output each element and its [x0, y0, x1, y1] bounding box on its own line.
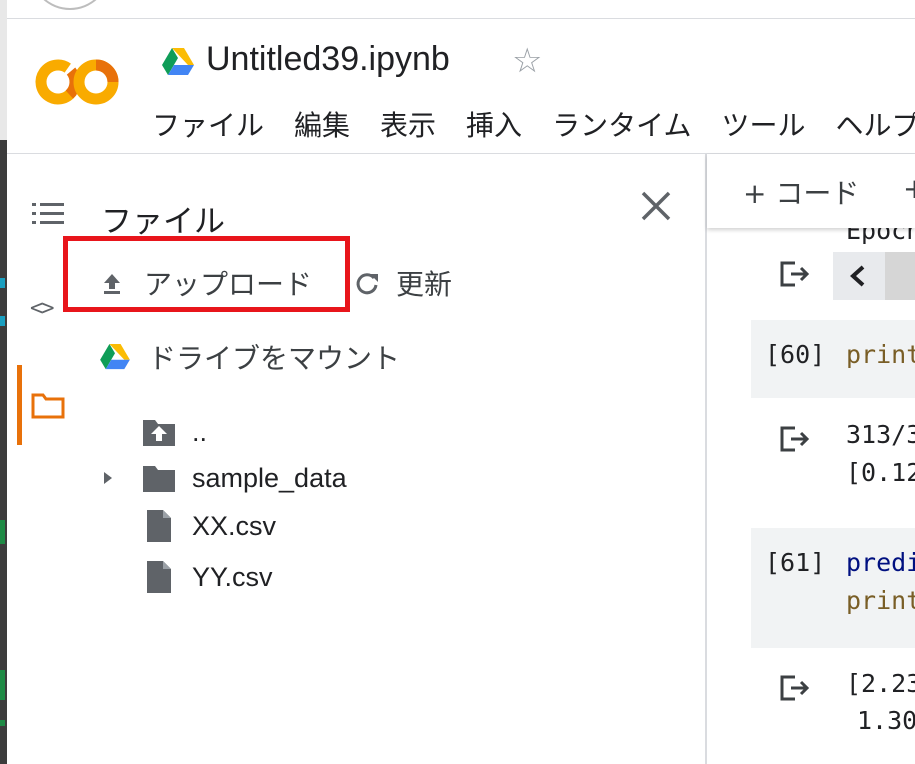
background-window-edge — [0, 0, 7, 764]
files-panel-title: ファイル — [101, 204, 225, 240]
close-icon[interactable] — [640, 190, 672, 222]
output-text: Epoch — [846, 228, 915, 245]
menu-view[interactable]: 表示 — [380, 104, 436, 144]
expand-caret-icon[interactable] — [102, 470, 114, 486]
colab-logo[interactable] — [34, 57, 122, 107]
file-tree-label: sample_data — [192, 462, 347, 493]
output-text: [0.12 — [846, 458, 915, 487]
output-text: [2.23 — [846, 669, 915, 698]
code-snippets-icon[interactable]: <> — [30, 296, 54, 321]
notebook-cells: Epoch [60] print 313/3 [0.12 [61] predi … — [707, 228, 915, 764]
file-tree-label: YY.csv — [192, 561, 273, 592]
upload-icon — [104, 274, 120, 294]
mount-drive-label: ドライブをマウント — [148, 342, 401, 375]
code-cell[interactable]: [61] predi print — [751, 528, 915, 648]
notebook-toolbar: + コード + — [707, 154, 915, 228]
drive-icon — [162, 48, 194, 75]
refresh-label: 更新 — [396, 268, 453, 301]
refresh-button[interactable]: 更新 — [354, 263, 452, 303]
parent-folder-icon — [143, 420, 175, 446]
code-line: print — [846, 340, 915, 369]
star-icon[interactable]: ☆ — [512, 44, 542, 78]
menu-help[interactable]: ヘルプ — [836, 104, 915, 144]
refresh-icon — [356, 273, 378, 295]
add-code-cell-button[interactable]: + コード — [743, 172, 859, 212]
menu-insert[interactable]: 挿入 — [466, 104, 522, 144]
file-tree-item[interactable]: sample_data — [102, 461, 347, 495]
file-tree-label: XX.csv — [192, 510, 277, 541]
code-line: print — [846, 586, 915, 615]
menu-runtime[interactable]: ランタイム — [552, 104, 691, 144]
menu-edit[interactable]: 編集 — [294, 104, 350, 144]
horizontal-scrollbar[interactable] — [885, 252, 915, 300]
notebook-title[interactable]: Untitled39.ipynb — [206, 40, 450, 79]
chevron-left-icon — [850, 265, 865, 287]
files-folder-icon[interactable] — [31, 391, 65, 419]
add-text-cell-button[interactable]: + — [903, 172, 915, 205]
table-of-contents-icon[interactable] — [32, 200, 64, 228]
output-icon[interactable] — [779, 260, 811, 288]
file-tree-item[interactable]: .. — [142, 415, 207, 449]
folder-icon — [143, 466, 175, 492]
output-icon[interactable] — [779, 425, 811, 453]
menu-bar: ファイル 編集 表示 挿入 ランタイム ツール ヘルプ — [152, 104, 915, 144]
code-line: predi — [846, 548, 915, 577]
menu-tools[interactable]: ツール — [722, 104, 806, 144]
code-cell[interactable]: [60] print — [751, 320, 915, 398]
output-icon[interactable] — [779, 674, 811, 702]
output-text: 313/3 — [846, 420, 915, 449]
file-icon — [147, 561, 171, 593]
scroll-left-button[interactable] — [833, 252, 885, 300]
sidebar-active-indicator — [17, 365, 22, 445]
top-divider — [7, 18, 915, 19]
file-tree-item[interactable]: XX.csv — [142, 509, 276, 543]
file-tree-item[interactable]: YY.csv — [142, 560, 273, 594]
file-tree-label: .. — [192, 416, 208, 447]
file-icon — [147, 510, 171, 542]
execution-count: [60] — [765, 340, 826, 369]
upload-label: アップロード — [144, 268, 313, 301]
drive-icon — [100, 344, 130, 370]
menu-file[interactable]: ファイル — [152, 104, 264, 144]
output-text: 1.30 — [857, 706, 915, 735]
upload-button[interactable]: アップロード — [100, 263, 312, 303]
mount-drive-button[interactable]: ドライブをマウント — [100, 337, 400, 377]
execution-count: [61] — [765, 548, 826, 577]
